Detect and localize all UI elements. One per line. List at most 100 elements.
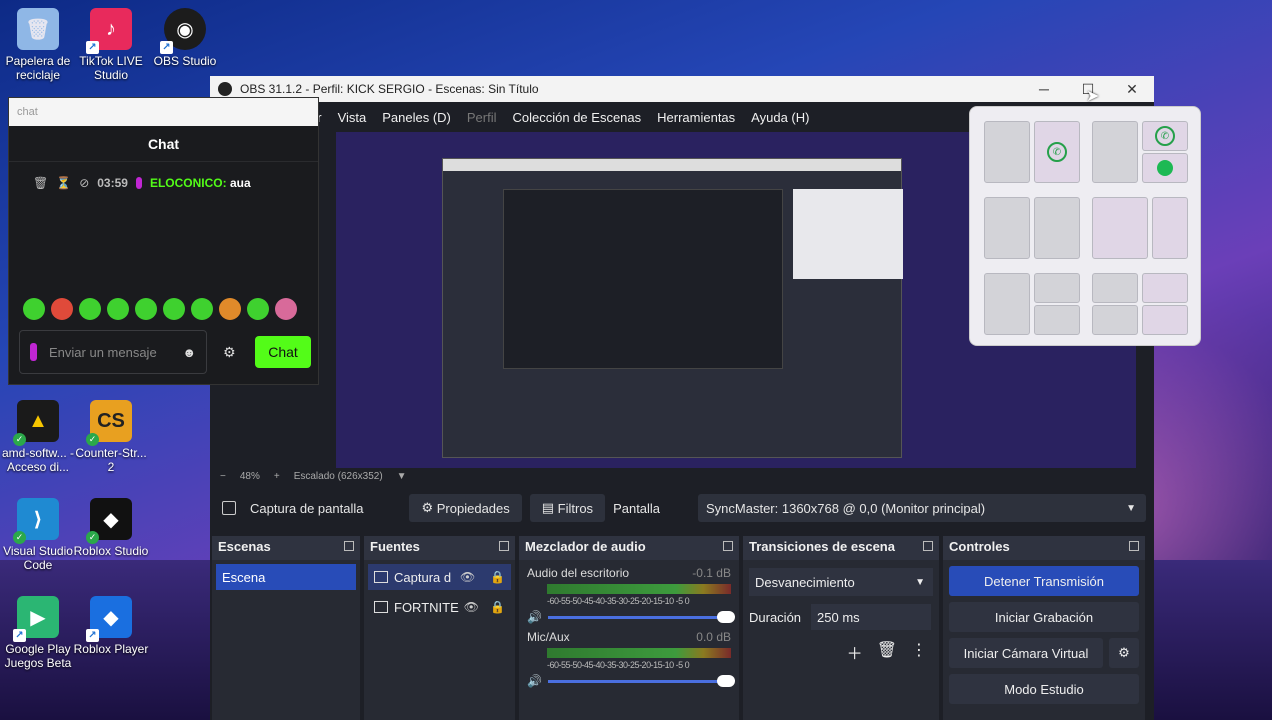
snap-zone[interactable] (1142, 305, 1188, 335)
filters-button[interactable]: ▤ Filtros (529, 494, 606, 522)
undock-icon[interactable] (344, 541, 354, 551)
start-virtual-camera-button[interactable]: Iniciar Cámara Virtual (949, 638, 1103, 668)
undock-icon[interactable] (723, 541, 733, 551)
emote-icon[interactable] (191, 298, 213, 320)
close-button[interactable]: ✕ (1110, 81, 1154, 98)
mixer-channel-mic: Mic/Aux 0.0 dB -60-55-50-45-40-35-30-25-2… (519, 624, 739, 688)
source-checkbox[interactable] (222, 501, 236, 515)
add-icon[interactable]: ＋ (847, 640, 863, 664)
volume-slider[interactable] (547, 674, 735, 687)
visibility-eye-icon[interactable]: 👁 (460, 570, 475, 584)
snap-zone[interactable] (1092, 121, 1138, 183)
emote-icon[interactable] (23, 298, 45, 320)
desktop-icon-roblox-player[interactable]: ◆ ↗ Roblox Player (73, 596, 149, 656)
snap-zone[interactable] (984, 273, 1030, 335)
message-user[interactable]: ELOCONICO: (150, 176, 227, 190)
visibility-eye-icon[interactable]: 👁 (464, 600, 479, 614)
channel-db: -0.1 dB (692, 566, 731, 580)
chat-search-input[interactable]: chat (9, 98, 318, 126)
zoom-in-button[interactable]: + (274, 471, 280, 482)
undock-icon[interactable] (923, 541, 933, 551)
snap-zone[interactable] (1034, 273, 1080, 303)
emote-icon[interactable] (163, 298, 185, 320)
desktop-icon-vscode[interactable]: ⟩ ✓ Visual Studio Code (0, 498, 76, 572)
emote-icon[interactable] (51, 298, 73, 320)
desktop-icon-amd[interactable]: ▲ ✓ amd-softw... - Acceso di... (0, 400, 76, 474)
snap-zone[interactable]: ✆ (1034, 121, 1080, 183)
virtual-camera-settings-button[interactable]: ⚙ (1109, 638, 1139, 668)
snap-zone[interactable] (1092, 197, 1148, 259)
chat-message-input[interactable]: Enviar un mensaje ☻ (19, 330, 207, 374)
snap-zone[interactable] (984, 197, 1030, 259)
volume-slider-handle[interactable] (717, 674, 735, 687)
duration-label: Duración (749, 609, 802, 625)
minimize-button[interactable]: ─ (1022, 81, 1066, 97)
amd-icon: ▲ ✓ (13, 400, 59, 446)
emote-icon[interactable] (79, 298, 101, 320)
emote-icon[interactable] (135, 298, 157, 320)
duration-input[interactable]: 250 ms (811, 604, 932, 630)
menu-item-perfil[interactable]: Perfil (467, 110, 497, 125)
studio-mode-button[interactable]: Modo Estudio (949, 674, 1139, 704)
channel-db: 0.0 dB (696, 630, 731, 644)
desktop-icon-label: OBS Studio (153, 54, 217, 68)
desktop-icon-label: Roblox Player (73, 642, 149, 656)
desktop-icon-google-play[interactable]: ▶ ↗ Google Play Juegos Beta (0, 596, 76, 670)
timeout-icon[interactable]: ⏳ (56, 176, 71, 190)
transition-select[interactable]: Desvanecimiento ▼ (749, 568, 933, 596)
menu-item-ayuda[interactable]: Ayuda (H) (751, 110, 809, 125)
menu-item-paneles[interactable]: Paneles (D) (382, 110, 451, 125)
source-item[interactable]: FORTNITE 👁 🔒 (368, 594, 511, 620)
obs-titlebar[interactable]: OBS 31.1.2 - Perfil: KICK SERGIO - Escen… (210, 76, 1154, 102)
snap-zone[interactable] (1034, 305, 1080, 335)
scaling-dropdown-icon[interactable]: ▼ (397, 471, 407, 482)
desktop-icon-recycle-bin[interactable]: 🗑 Papelera de reciclaje (0, 8, 76, 82)
undock-icon[interactable] (1129, 541, 1139, 551)
menu-item-coleccion[interactable]: Colección de Escenas (513, 110, 642, 125)
volume-slider[interactable] (547, 610, 735, 623)
snap-zone[interactable] (1092, 273, 1138, 303)
emoji-icon[interactable]: ☻ (182, 345, 196, 360)
desktop-icon-roblox-studio[interactable]: ◆ ✓ Roblox Studio (73, 498, 149, 558)
delete-icon[interactable]: 🗑 (33, 176, 48, 190)
lock-icon[interactable]: 🔒 (490, 600, 505, 614)
menu-item-vista[interactable]: Vista (338, 110, 367, 125)
snap-zone[interactable] (1142, 153, 1188, 183)
lock-icon[interactable]: 🔒 (490, 570, 505, 584)
desktop-icon-tiktok[interactable]: ♪ ↗ TikTok LIVE Studio (73, 8, 149, 82)
gear-icon: ⚙ (421, 500, 437, 515)
snap-zone[interactable] (1152, 197, 1188, 259)
emote-icon[interactable] (275, 298, 297, 320)
desktop-icon-obs[interactable]: ◉ ↗ OBS Studio (147, 8, 223, 68)
zoom-out-button[interactable]: − (220, 471, 226, 482)
snap-zone[interactable]: ✆ (1142, 121, 1188, 151)
menu-item-herramientas[interactable]: Herramientas (657, 110, 735, 125)
more-icon[interactable]: ⋮ (911, 640, 927, 664)
scenes-dock: Escenas Escena (212, 536, 360, 720)
zoom-level: 48% (239, 470, 260, 482)
speaker-icon[interactable]: 🔊 (527, 610, 542, 624)
undock-icon[interactable] (499, 541, 509, 551)
emote-icon[interactable] (247, 298, 269, 320)
properties-button[interactable]: ⚙ Propiedades (409, 494, 522, 522)
volume-meter (547, 584, 731, 594)
start-recording-button[interactable]: Iniciar Grabación (949, 602, 1139, 632)
speaker-icon[interactable]: 🔊 (527, 674, 542, 688)
source-item[interactable]: Captura d 👁 🔒 (368, 564, 511, 590)
trash-icon[interactable]: 🗑 (877, 640, 897, 664)
emote-icon[interactable] (219, 298, 241, 320)
volume-slider-handle[interactable] (717, 610, 735, 623)
stop-streaming-button[interactable]: Detener Transmisión (949, 566, 1139, 596)
chat-settings-gear-icon[interactable]: ⚙ (223, 344, 236, 361)
emote-icon[interactable] (107, 298, 129, 320)
snap-zone[interactable] (1142, 273, 1188, 303)
snap-zone[interactable] (1092, 305, 1138, 335)
snap-zone[interactable] (1034, 197, 1080, 259)
snap-zone[interactable] (984, 121, 1030, 183)
monitor-select[interactable]: SyncMaster: 1360x768 @ 0,0 (Monitor prin… (698, 494, 1146, 522)
chat-popup[interactable]: chat Chat 🗑 ⏳ ⊘ 03:59 ELOCONICO: aua Env… (8, 97, 319, 385)
scene-item[interactable]: Escena (216, 564, 356, 590)
chat-send-button[interactable]: Chat (255, 336, 311, 368)
ban-icon[interactable]: ⊘ (79, 176, 89, 190)
desktop-icon-counter-strike[interactable]: CS ✓ Counter-Str... 2 (73, 400, 149, 474)
